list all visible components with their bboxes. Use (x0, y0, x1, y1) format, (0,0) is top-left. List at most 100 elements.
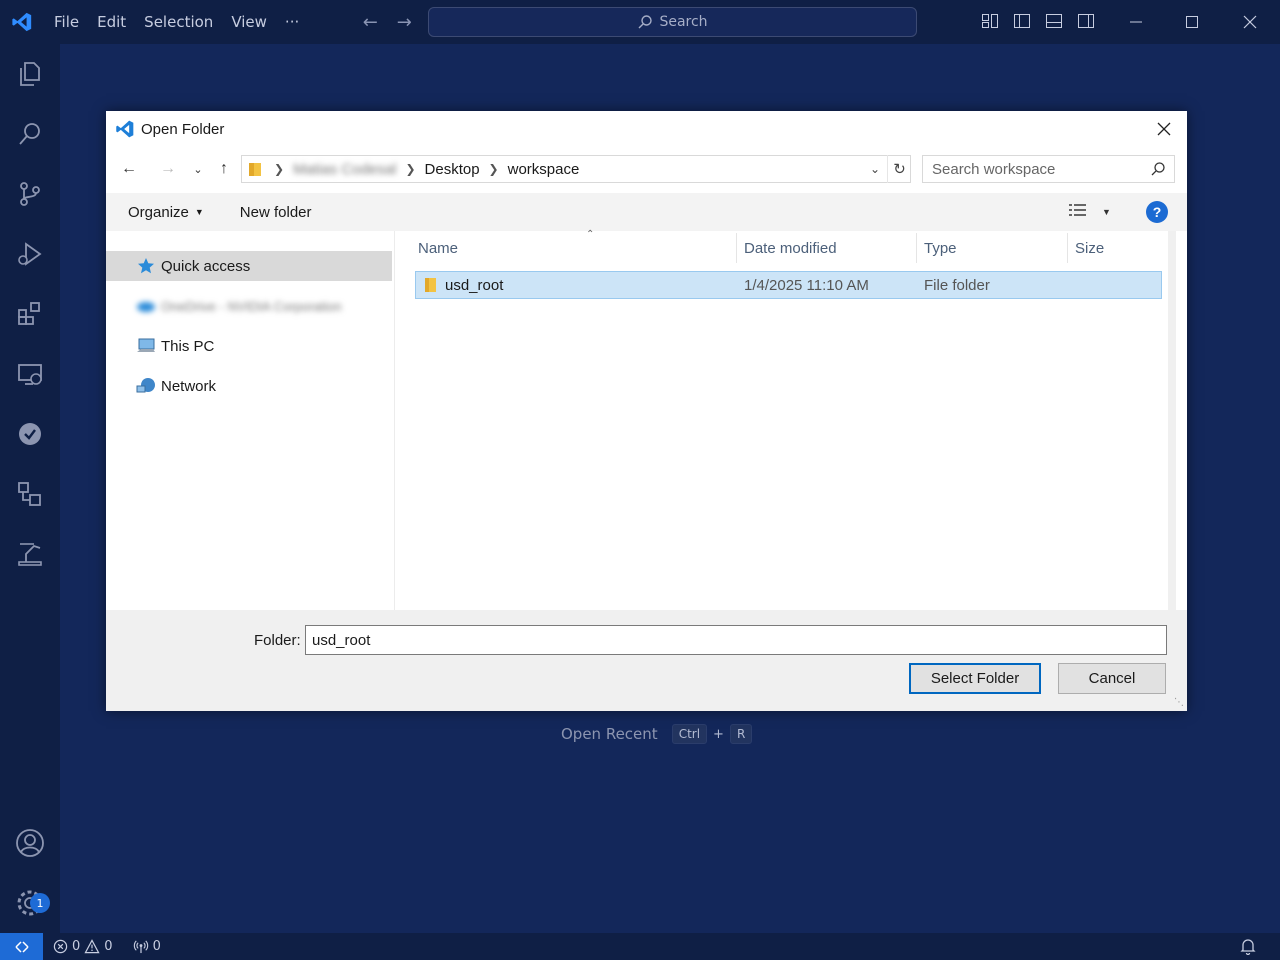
search-icon[interactable] (0, 104, 60, 164)
refresh-icon[interactable]: ↻ (887, 155, 911, 183)
file-date: 1/4/2025 11:10 AM (744, 277, 869, 294)
breadcrumb-user[interactable]: Matias Codesal (293, 161, 396, 178)
column-name[interactable]: Name ⌃ (412, 229, 737, 263)
menu-bar: File Edit Selection View ··· (45, 0, 308, 44)
help-icon[interactable]: ? (1146, 201, 1168, 223)
menu-file[interactable]: File (45, 7, 88, 37)
back-icon[interactable]: ← (118, 153, 140, 185)
new-folder-label: New folder (239, 203, 312, 221)
sort-ascending-icon: ⌃ (586, 229, 595, 240)
breadcrumb-chevron-icon: ❯ (488, 162, 499, 176)
change-view-button[interactable]: ▼ (1068, 202, 1111, 222)
breadcrumb-workspace[interactable]: workspace (508, 161, 580, 178)
key-ctrl: Ctrl (671, 724, 708, 744)
forward-arrow-icon[interactable]: → (392, 12, 416, 33)
command-center-search[interactable]: Search (428, 7, 917, 37)
run-debug-icon[interactable] (0, 224, 60, 284)
search-icon (638, 15, 653, 29)
dialog-close-icon[interactable] (1141, 111, 1187, 147)
up-icon[interactable]: ↑ (213, 153, 235, 185)
containers-icon[interactable] (0, 464, 60, 524)
view-dropdown-caret-icon: ▼ (1102, 207, 1111, 217)
notifications-bell-icon[interactable] (1240, 938, 1256, 959)
column-type[interactable]: Type (918, 233, 1068, 263)
menu-edit[interactable]: Edit (88, 7, 135, 37)
select-folder-button[interactable]: Select Folder (909, 663, 1041, 694)
column-date-modified[interactable]: Date modified (738, 233, 917, 263)
recent-locations-chevron-icon[interactable]: ⌄ (190, 153, 206, 185)
vscode-logo-icon (0, 0, 44, 44)
menu-selection[interactable]: Selection (135, 7, 222, 37)
breadcrumb-desktop[interactable]: Desktop (425, 161, 480, 178)
address-bar[interactable]: ❯ Matias Codesal ❯ Desktop ❯ workspace (241, 155, 911, 183)
address-row: ← → ⌄ ↑ ❯ Matias Codesal ❯ Desktop ❯ wor… (106, 153, 1187, 185)
column-size[interactable]: Size (1069, 233, 1164, 263)
search-workspace-placeholder: Search workspace (932, 160, 1056, 178)
customize-layout-icon[interactable] (980, 11, 1000, 31)
warning-icon (84, 939, 100, 954)
open-folder-dialog: Open Folder ← → ⌄ ↑ ❯ Matias Codesal ❯ D… (106, 111, 1187, 711)
ports-count: 0 (152, 939, 161, 954)
explorer-icon[interactable] (0, 44, 60, 104)
toggle-primary-sidebar-icon[interactable] (1012, 11, 1032, 31)
nav-this-pc[interactable]: This PC (106, 331, 392, 361)
manage-gear-icon[interactable]: 1 (0, 873, 60, 933)
resize-grip-icon[interactable]: ⋱ (1174, 697, 1184, 708)
file-type: File folder (924, 277, 990, 294)
error-icon (53, 939, 68, 954)
menu-view[interactable]: View (222, 7, 276, 37)
status-bar: 0 0 0 (0, 933, 1280, 960)
key-plus: + (713, 726, 724, 742)
toggle-panel-icon[interactable] (1044, 11, 1064, 31)
open-recent-hint: Open Recent Ctrl + R (561, 724, 753, 744)
dropdown-caret-icon: ▼ (194, 207, 204, 217)
nav-network[interactable]: Network (106, 371, 392, 401)
vertical-scrollbar[interactable] (1168, 231, 1176, 610)
close-window-icon[interactable] (1221, 0, 1279, 44)
manage-badge: 1 (30, 893, 50, 913)
remote-explorer-icon[interactable] (0, 344, 60, 404)
key-r: R (729, 724, 753, 744)
folder-icon (248, 161, 262, 177)
forward-icon[interactable]: → (157, 153, 179, 185)
folder-name-input[interactable]: usd_root (305, 625, 1167, 655)
ports-status[interactable]: 0 (133, 939, 161, 954)
remote-indicator-icon[interactable] (0, 933, 43, 960)
cancel-button[interactable]: Cancel (1058, 663, 1166, 694)
broadcast-icon (133, 940, 148, 954)
column-name-label: Name (418, 239, 459, 257)
nav-quick-access[interactable]: Quick access (106, 251, 392, 281)
open-recent-label[interactable]: Open Recent (561, 725, 658, 743)
search-workspace-input[interactable]: Search workspace (922, 155, 1175, 183)
nav-onedrive[interactable]: OneDrive - NVIDIA Corporation (106, 291, 392, 321)
toggle-secondary-sidebar-icon[interactable] (1076, 11, 1096, 31)
breadcrumb-chevron-icon: ❯ (405, 162, 416, 176)
account-icon[interactable] (0, 813, 60, 873)
extensions-icon[interactable] (0, 284, 60, 344)
dialog-title-bar: Open Folder (106, 111, 1187, 147)
file-row[interactable]: usd_root 1/4/2025 11:10 AM File folder (415, 271, 1162, 299)
activity-bar: 1 (0, 44, 60, 933)
robot-arm-icon[interactable] (0, 524, 60, 584)
address-dropdown-icon[interactable]: ⌄ (864, 155, 886, 183)
nav-label: This PC (161, 337, 215, 355)
warning-count: 0 (104, 939, 113, 954)
cloud-icon (136, 296, 156, 316)
back-arrow-icon[interactable]: ← (358, 12, 382, 33)
organize-button[interactable]: Organize ▼ (128, 204, 204, 221)
new-folder-button[interactable]: New folder (240, 204, 312, 221)
maximize-icon[interactable] (1163, 0, 1221, 44)
menu-more[interactable]: ··· (276, 7, 308, 37)
nav-label: OneDrive - NVIDIA Corporation (161, 298, 342, 314)
source-control-icon[interactable] (0, 164, 60, 224)
folder-name-value: usd_root (312, 631, 371, 649)
problems-status[interactable]: 0 0 (53, 939, 113, 954)
file-name: usd_root (445, 277, 504, 294)
breadcrumb-chevron-icon: ❯ (274, 162, 285, 176)
error-count: 0 (72, 939, 81, 954)
search-icon (1150, 161, 1166, 181)
testing-icon[interactable] (0, 404, 60, 464)
organize-label: Organize (128, 203, 189, 221)
nav-label: Network (161, 377, 217, 395)
minimize-icon[interactable] (1107, 0, 1165, 44)
